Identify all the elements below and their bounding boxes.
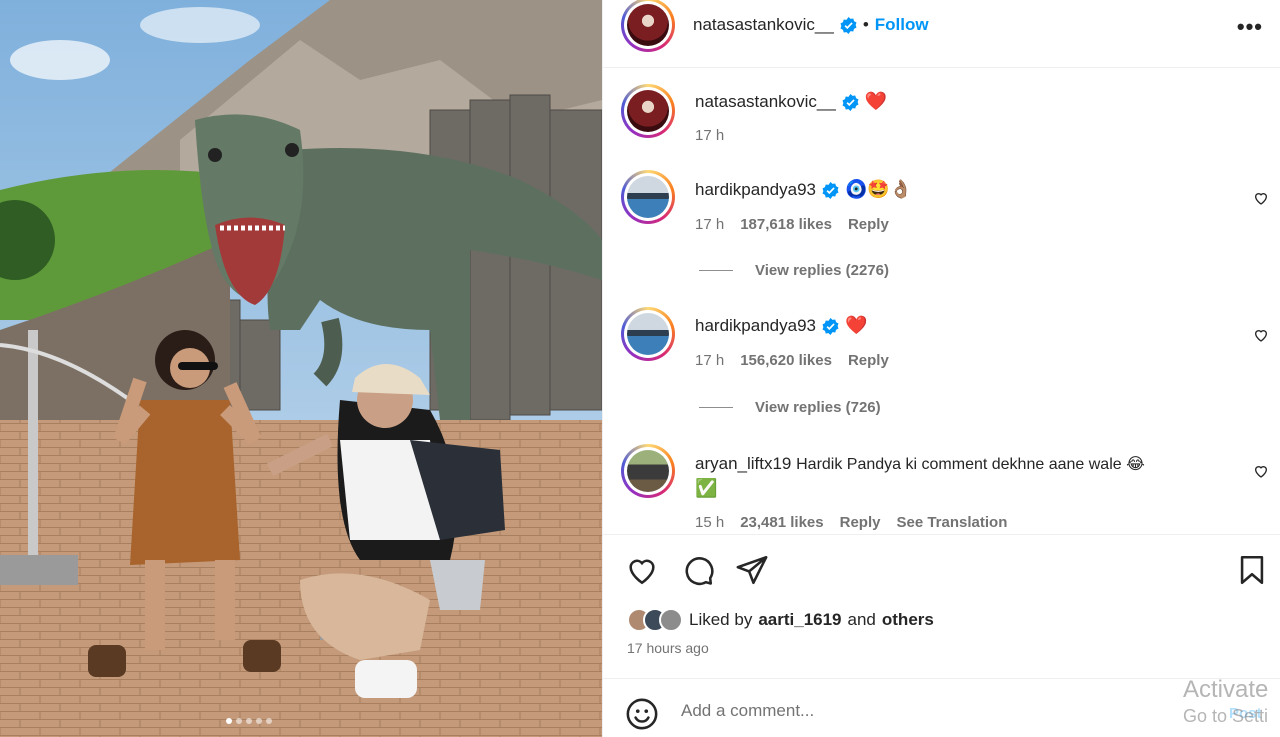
add-comment-bar: Post [603,678,1280,737]
avatar[interactable] [621,84,675,138]
watermark-line2: Go to Setti [1183,706,1269,726]
comment-icon[interactable] [681,553,715,587]
comment: hardikpandya93 🧿🤩👌🏽 [695,178,912,202]
more-options-button[interactable]: ••• [1237,14,1263,40]
caption-time: 17 h [695,127,725,144]
caption-username[interactable]: natasastankovic__ [695,90,836,114]
separator-dot: • [862,15,869,34]
carousel-indicator [226,718,272,724]
likes-summary: Liked by aarti_1619 and others [627,608,934,632]
follow-button[interactable]: Follow [875,15,929,35]
avatar[interactable] [621,0,675,52]
watermark-line1: Activate [1183,676,1269,703]
avatar[interactable] [621,444,675,498]
view-replies-button[interactable]: View replies (726) [699,399,881,416]
comment-text: ❤️ [844,315,868,336]
liker-avatars[interactable] [627,608,683,632]
caption-meta: 17 h [695,127,724,144]
header-username[interactable]: natasastankovic__ [693,15,834,35]
caption-text: ❤️ [864,91,888,112]
replies-line [699,407,733,408]
comment: hardikpandya93 ❤️ [695,314,867,338]
comment: aryan_liftx19 Hardik Pandya ki comment d… [695,452,1235,477]
comment-likes[interactable]: 156,620 likes [740,352,832,369]
carousel-dot[interactable] [236,718,242,724]
carousel-dot[interactable] [246,718,252,724]
comment-username[interactable]: aryan_liftx19 [695,454,791,473]
comment-meta: 15 h 23,481 likes Reply See Translation [695,514,1007,531]
comment-username[interactable]: hardikpandya93 [695,178,816,202]
post-timestamp[interactable]: 17 hours ago [627,640,709,656]
liked-by-prefix: Liked by [689,610,753,629]
liked-by-others[interactable]: others [882,610,934,630]
comment-like-heart-icon[interactable] [1253,190,1269,206]
avatar[interactable] [621,307,675,361]
smiley-icon[interactable] [625,697,659,731]
verified-badge-icon [822,181,839,199]
comment-username[interactable]: hardikpandya93 [695,314,816,338]
windows-activation-watermark: Activate Go to Setti [1183,676,1280,727]
liked-by-and: and [847,610,876,629]
post-photo[interactable] [0,0,602,737]
reply-button[interactable]: Reply [848,216,889,233]
post-actions [603,534,1280,604]
add-comment-input[interactable] [681,701,1101,721]
view-replies-button[interactable]: View replies (2276) [699,262,889,279]
verified-badge-icon [840,16,857,34]
carousel-dot[interactable] [226,718,232,724]
bookmark-icon[interactable] [1235,553,1269,587]
comment-text: ✅ [695,478,718,499]
post-details-panel: natasastankovic__ • Follow ••• natasasta… [602,0,1280,737]
verified-badge-icon [842,93,859,111]
comment-time: 17 h [695,352,725,369]
carousel-dot[interactable] [266,718,272,724]
see-translation-button[interactable]: See Translation [896,514,1007,531]
comment-text: Hardik Pandya ki comment dekhne aane wal… [796,456,1145,473]
replies-line [699,270,733,271]
heart-icon[interactable] [625,553,659,587]
post-header: natasastankovic__ • Follow ••• [603,0,1280,68]
comment-like-heart-icon[interactable] [1253,327,1269,343]
comment-text: 🧿🤩👌🏽 [844,179,913,200]
liked-by-user[interactable]: aarti_1619 [758,610,841,630]
comment-time: 15 h [695,514,725,531]
comment-meta: 17 h 187,618 likes Reply [695,216,889,233]
comment-likes[interactable]: 23,481 likes [740,514,823,531]
comment-time: 17 h [695,216,725,233]
comment-text-line2: ✅ [695,477,717,501]
caption: natasastankovic__ ❤️ [695,90,887,114]
reply-button[interactable]: Reply [848,352,889,369]
comment-meta: 17 h 156,620 likes Reply [695,352,889,369]
post-image [0,0,602,737]
share-icon[interactable] [735,553,769,587]
comment-like-heart-icon[interactable] [1253,463,1269,479]
carousel-dot[interactable] [256,718,262,724]
avatar[interactable] [621,170,675,224]
comment-likes[interactable]: 187,618 likes [740,216,832,233]
verified-badge-icon [822,317,839,335]
view-replies-label[interactable]: View replies (726) [755,399,881,416]
view-replies-label[interactable]: View replies (2276) [755,262,889,279]
reply-button[interactable]: Reply [840,514,881,531]
